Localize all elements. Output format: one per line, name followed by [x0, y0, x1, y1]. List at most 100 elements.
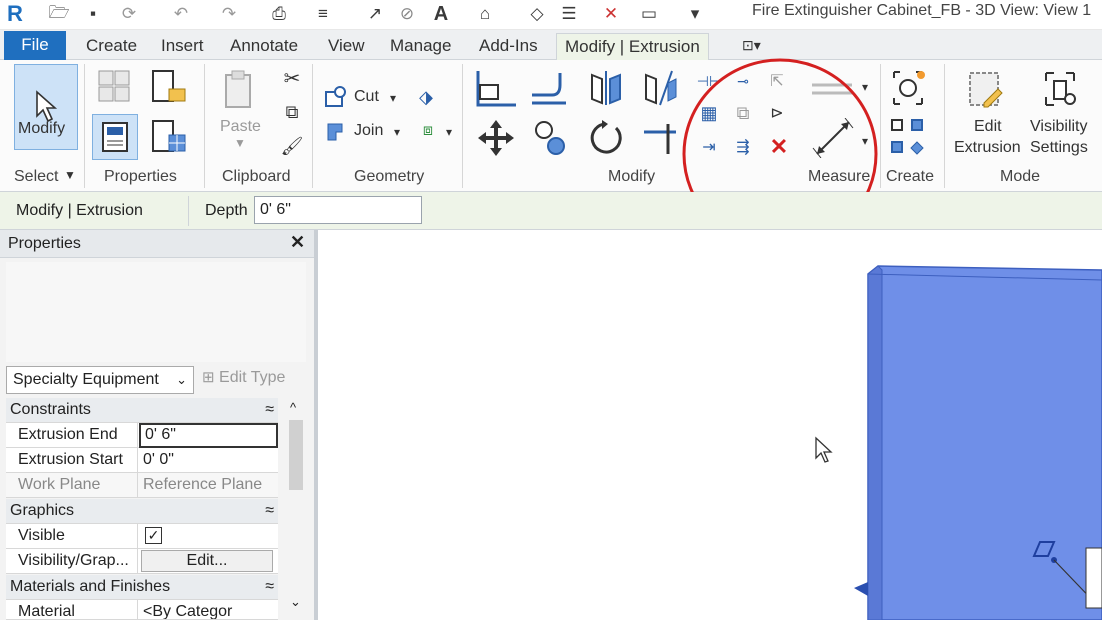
scrollbar-thumb[interactable]	[289, 420, 303, 490]
property-row-extrusion-start: Extrusion Start 0' 0"	[6, 448, 278, 473]
undo-icon[interactable]: ↶	[170, 3, 192, 25]
visibility-label-1[interactable]: Visibility	[1030, 118, 1088, 136]
close-icon[interactable]: ✕	[290, 232, 305, 253]
copy-elements-icon[interactable]	[526, 116, 574, 160]
measure-qat-icon[interactable]: ≡	[312, 3, 334, 25]
create-group-icon[interactable]	[886, 66, 930, 110]
visibility-label-2[interactable]: Settings	[1030, 139, 1088, 157]
scroll-down-icon[interactable]: ⌄	[290, 594, 301, 610]
collapse-icon[interactable]: ≈	[265, 398, 274, 422]
switch-windows-qat-icon[interactable]: ▭	[638, 3, 660, 25]
properties-scrollbar[interactable]: ^ ⌄	[286, 398, 308, 620]
tab-view[interactable]: View	[320, 33, 373, 60]
group-materials[interactable]: Materials and Finishes ≈	[6, 575, 278, 600]
panel-separator	[944, 64, 945, 188]
redo-icon[interactable]: ↷	[218, 3, 240, 25]
tab-insert[interactable]: Insert	[153, 33, 212, 60]
tab-add-ins[interactable]: Add-Ins	[471, 33, 546, 60]
tag-qat-icon[interactable]: ⊘	[396, 3, 418, 25]
paste-label[interactable]: Paste	[220, 118, 261, 136]
panel-separator	[312, 64, 313, 188]
dimension-qat-icon[interactable]: ↗	[364, 3, 386, 25]
title-bar: R 🗁 ▪ ⟳ ↶ ↷ ⎙ ≡ ↗ ⊘ A ⌂ ◇ ☰ ✕ ▭ ▾ Fire E…	[0, 0, 1102, 30]
group-graphics-label: Graphics	[10, 502, 75, 519]
copy-icon[interactable]: ⧉	[280, 100, 304, 124]
properties-palette-button[interactable]	[92, 114, 138, 160]
property-name: Material	[6, 600, 138, 619]
select-dropdown-icon[interactable]: ▼	[64, 168, 76, 182]
close-hidden-qat-icon[interactable]: ✕	[600, 3, 622, 25]
ribbon-tabs: File Create Insert Annotate View Manage …	[0, 30, 1102, 61]
family-category-icon[interactable]	[146, 64, 192, 110]
mode-panel-title: Mode	[1000, 168, 1041, 185]
join-geometry-icon[interactable]	[322, 118, 350, 144]
cut-label[interactable]: Cut	[354, 88, 379, 106]
mirror-pick-axis-icon[interactable]	[582, 68, 630, 108]
material-value[interactable]: <By Categor	[139, 600, 278, 619]
trim-extend-icon[interactable]	[636, 116, 684, 160]
tab-create[interactable]: Create	[78, 33, 145, 60]
select-panel-title[interactable]: Select	[14, 168, 58, 186]
collapse-icon[interactable]: ≈	[265, 575, 274, 599]
visible-checkbox[interactable]: ✓	[145, 527, 162, 544]
split-face-dropdown-icon[interactable]: ▾	[446, 125, 452, 139]
create-panel-title: Create	[886, 168, 935, 185]
text-qat-icon[interactable]: A	[430, 3, 452, 25]
paste-dropdown-icon[interactable]: ▼	[234, 136, 246, 150]
collapse-icon[interactable]: ≈	[265, 499, 274, 523]
type-properties-icon[interactable]	[92, 64, 138, 110]
align-icon[interactable]	[472, 68, 520, 108]
scroll-up-icon[interactable]: ^	[290, 400, 296, 415]
visibility-edit-cell: Edit...	[139, 549, 278, 574]
edit-type-button[interactable]: ⊞ Edit Type	[202, 368, 285, 387]
print-icon[interactable]: ⎙	[268, 3, 290, 25]
rotate-icon[interactable]	[582, 116, 630, 160]
drawing-area[interactable]	[322, 230, 1102, 621]
3d-view-qat-icon[interactable]: ⌂	[474, 3, 496, 25]
visibility-edit-button[interactable]: Edit...	[141, 550, 273, 572]
revit-logo-icon[interactable]: R	[4, 1, 26, 26]
panel-separator	[84, 64, 85, 188]
depth-input[interactable]: 0' 6"	[254, 196, 422, 224]
join-dropdown-icon[interactable]: ▾	[394, 125, 400, 139]
cut-geometry-icon[interactable]	[322, 84, 350, 110]
join-label[interactable]: Join	[354, 122, 383, 140]
type-preview	[6, 262, 306, 362]
cut-scissors-icon[interactable]: ✂	[280, 66, 304, 90]
customize-qat-icon[interactable]: ▾	[684, 3, 706, 25]
group-constraints-label: Constraints	[10, 401, 91, 418]
offset-icon[interactable]	[526, 68, 574, 108]
group-materials-label: Materials and Finishes	[10, 578, 171, 595]
paste-icon[interactable]	[218, 66, 262, 116]
property-name: Extrusion Start	[6, 448, 138, 473]
move-icon[interactable]	[472, 116, 520, 160]
mouse-cursor-icon	[815, 436, 833, 463]
create-similar-icon[interactable]	[886, 114, 930, 162]
match-type-icon[interactable]: 🖌	[280, 134, 304, 158]
extrusion-end-input[interactable]: 0' 6"	[139, 423, 278, 448]
sync-icon[interactable]: ⟳	[118, 3, 140, 25]
tab-annotate[interactable]: Annotate	[222, 33, 306, 60]
cut-dropdown-icon[interactable]: ▾	[390, 91, 396, 105]
cope-icon[interactable]: ⬗	[412, 84, 440, 110]
mirror-draw-axis-icon[interactable]	[636, 68, 684, 108]
visible-cell: ✓	[139, 524, 278, 549]
thin-lines-qat-icon[interactable]: ☰	[558, 3, 580, 25]
save-icon[interactable]: ▪	[82, 3, 104, 25]
work-plane-value: Reference Plane	[143, 476, 263, 493]
section-qat-icon[interactable]: ◇	[526, 3, 548, 25]
group-constraints[interactable]: Constraints ≈	[6, 398, 278, 423]
tab-file[interactable]: File	[4, 31, 66, 60]
edit-extrusion-label-1[interactable]: Edit	[974, 118, 1002, 136]
split-face-icon[interactable]: ⧈	[414, 118, 442, 144]
tab-manage[interactable]: Manage	[382, 33, 459, 60]
edit-extrusion-icon[interactable]	[962, 66, 1010, 116]
extrusion-start-input[interactable]: 0' 0"	[139, 448, 278, 473]
open-icon[interactable]: 🗁	[48, 3, 70, 25]
visibility-settings-icon[interactable]	[1036, 66, 1084, 116]
family-types-icon[interactable]	[146, 114, 192, 160]
group-graphics[interactable]: Graphics ≈	[6, 499, 278, 524]
edit-extrusion-label-2[interactable]: Extrusion	[954, 139, 1021, 157]
properties-title: Properties	[8, 235, 81, 252]
type-selector[interactable]: Specialty Equipment ⌄	[6, 366, 194, 394]
